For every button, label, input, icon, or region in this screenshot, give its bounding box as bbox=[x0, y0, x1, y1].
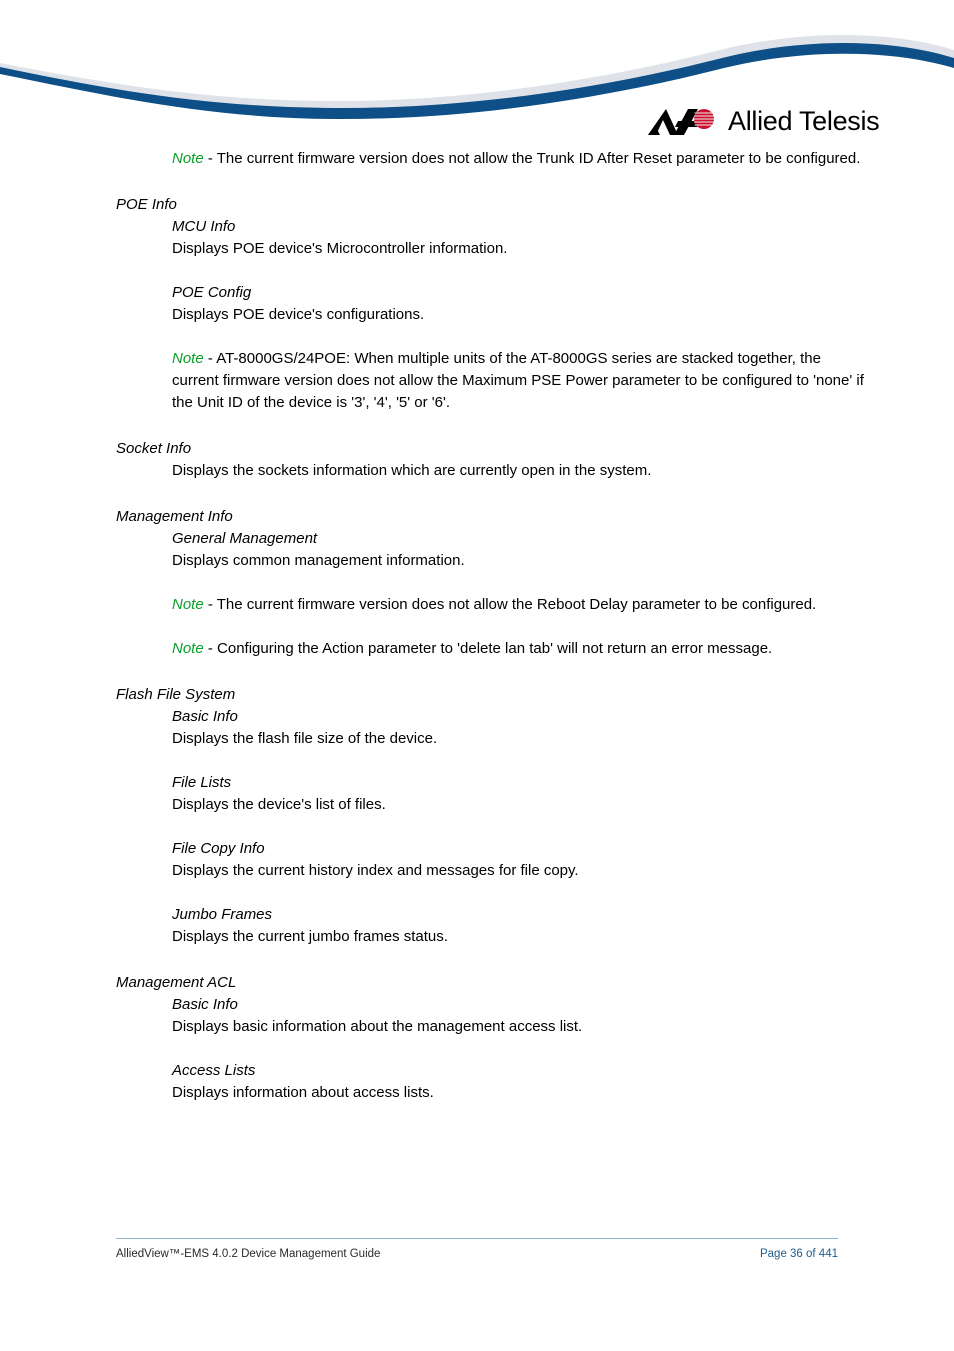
subsection-heading-file-lists: File Lists bbox=[172, 774, 232, 791]
subsection-heading-access-lists: Access Lists bbox=[172, 1062, 256, 1079]
logo-red-sphere bbox=[694, 109, 714, 129]
footer-row: AlliedView™-EMS 4.0.2 Device Management … bbox=[116, 1248, 838, 1260]
section-heading-poe-info: POE Info bbox=[116, 196, 177, 213]
note-reboot-delay: Note - The current firmware version does… bbox=[172, 594, 868, 616]
subsection-heading-basic-info-flash: Basic Info bbox=[172, 708, 238, 725]
note-label: Note bbox=[172, 640, 204, 657]
allied-telesis-logo-mark-icon bbox=[648, 109, 714, 135]
subsection-heading-jumbo-frames: Jumbo Frames bbox=[172, 906, 273, 923]
footer-divider bbox=[116, 1238, 838, 1239]
note-label: Note bbox=[172, 596, 204, 613]
note-label: Note bbox=[172, 150, 204, 167]
note-text: - The current firmware version does not … bbox=[203, 150, 861, 167]
note-trunk-id: Note - The current firmware version does… bbox=[172, 148, 868, 170]
section-heading-flash-file-system: Flash File System bbox=[116, 686, 236, 703]
note-text: - Configuring the Action parameter to 'd… bbox=[203, 640, 773, 657]
subsection-body-file-lists: Displays the device's list of files. bbox=[172, 796, 386, 813]
brand-logo: Allied Telesis bbox=[648, 101, 906, 141]
section-heading-management-acl: Management ACL bbox=[116, 974, 237, 991]
note-action-parameter: Note - Configuring the Action parameter … bbox=[172, 638, 868, 660]
subsection-heading-general-management: General Management bbox=[172, 530, 318, 547]
footer-document-title: AlliedView™-EMS 4.0.2 Device Management … bbox=[116, 1248, 381, 1260]
subsection-body-file-copy-info: Displays the current history index and m… bbox=[172, 862, 579, 879]
subsection-body-general-management: Displays common management information. bbox=[172, 552, 465, 569]
subsection-body-jumbo-frames: Displays the current jumbo frames status… bbox=[172, 928, 448, 945]
brand-wordmark: Allied Telesis bbox=[728, 105, 880, 136]
subsection-body-mcu-info: Displays POE device's Microcontroller in… bbox=[172, 240, 508, 257]
subsection-heading-file-copy-info: File Copy Info bbox=[172, 840, 265, 857]
subsection-heading-basic-info-acl: Basic Info bbox=[172, 996, 238, 1013]
section-heading-socket-info: Socket Info bbox=[116, 440, 192, 457]
subsection-body-access-lists: Displays information about access lists. bbox=[172, 1084, 434, 1101]
subsection-body-basic-info-acl: Displays basic information about the man… bbox=[172, 1018, 583, 1035]
note-text: - AT-8000GS/24POE: When multiple units o… bbox=[172, 350, 864, 411]
page-header: Allied Telesis bbox=[0, 0, 954, 150]
note-label: Note bbox=[172, 350, 204, 367]
subsection-body-poe-config: Displays POE device's configurations. bbox=[172, 306, 425, 323]
document-body: Note - The current firmware version does… bbox=[116, 148, 876, 1104]
subsection-heading-mcu-info: MCU Info bbox=[172, 218, 236, 235]
note-at-8000gs: Note - AT-8000GS/24POE: When multiple un… bbox=[172, 348, 868, 414]
note-text: - The current firmware version does not … bbox=[203, 596, 817, 613]
page-footer: AlliedView™-EMS 4.0.2 Device Management … bbox=[116, 1238, 838, 1260]
subsection-heading-poe-config: POE Config bbox=[172, 284, 252, 301]
subsection-body-basic-info-flash: Displays the flash file size of the devi… bbox=[172, 730, 438, 747]
section-body-socket-info: Displays the sockets information which a… bbox=[172, 462, 652, 479]
section-heading-management-info: Management Info bbox=[116, 508, 233, 525]
footer-page-number: Page 36 of 441 bbox=[759, 1248, 838, 1260]
